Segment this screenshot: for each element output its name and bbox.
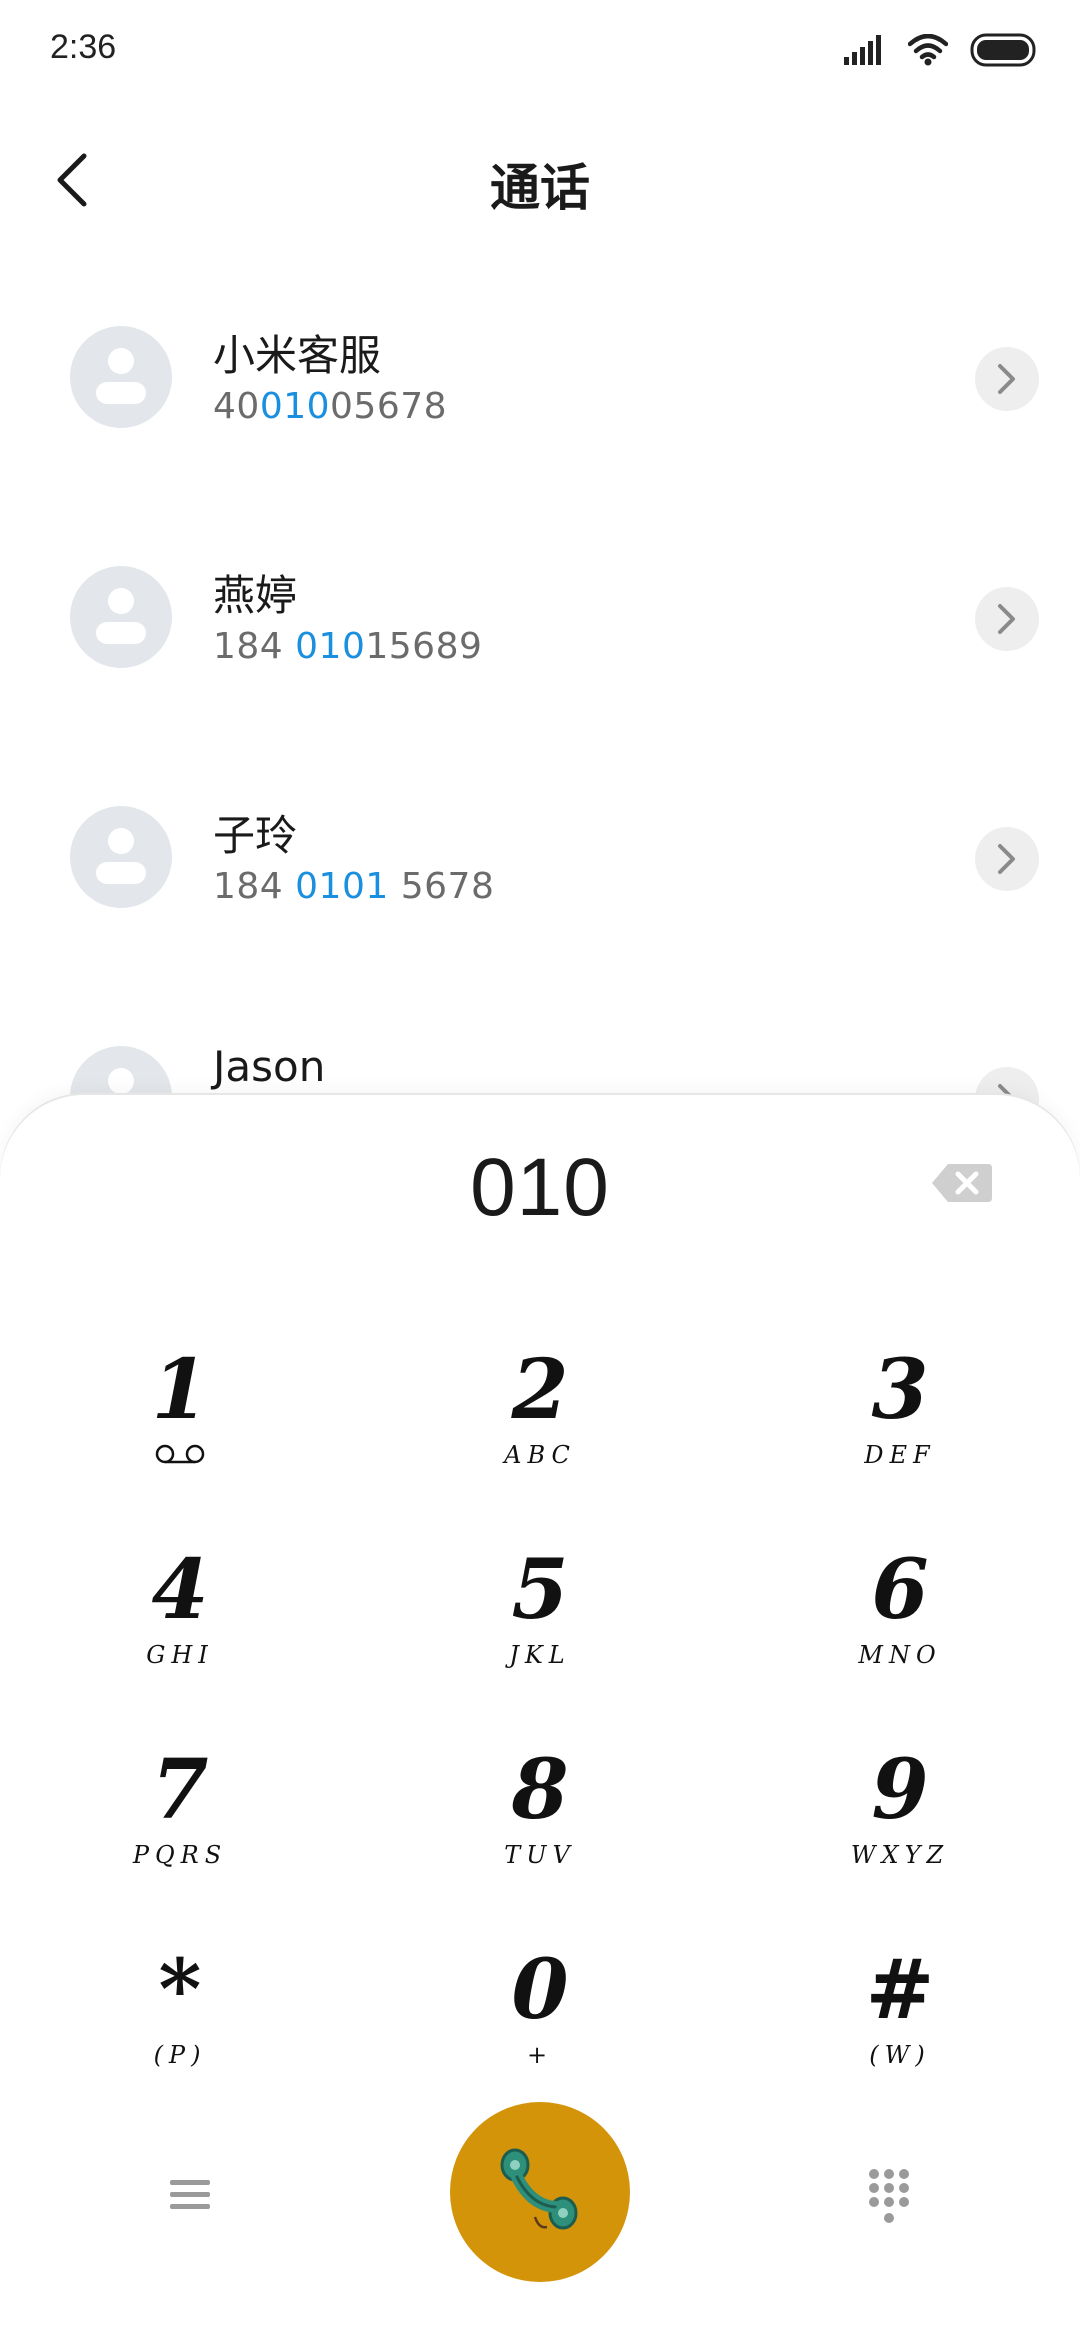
chevron-right-icon	[998, 604, 1015, 634]
key-3[interactable]: 3 DEF	[790, 1345, 1010, 1495]
wifi-icon	[908, 34, 948, 66]
keypad-icon	[869, 2169, 909, 2223]
status-bar: 2:36	[0, 0, 1080, 96]
dialed-number: 010	[470, 1142, 610, 1233]
contact-row[interactable]: 子玲 184 0101 5678	[0, 750, 1080, 950]
key-6[interactable]: 6 MNO	[790, 1545, 1010, 1695]
contact-row[interactable]: 小米客服 4001005678	[0, 270, 1080, 470]
key-8[interactable]: 8 TUV	[430, 1745, 650, 1895]
avatar	[70, 326, 172, 428]
page-title: 通话	[490, 159, 590, 217]
menu-button[interactable]	[160, 2170, 220, 2220]
backspace-button[interactable]	[930, 1160, 994, 1206]
number-match: 0101	[295, 866, 389, 907]
key-5[interactable]: 5 JKL	[430, 1545, 650, 1695]
key-1[interactable]: 1	[70, 1345, 290, 1495]
backspace-icon	[932, 1164, 992, 1202]
contact-name: 小米客服	[213, 331, 382, 380]
battery-icon	[970, 33, 1036, 67]
contact-number: 4001005678	[213, 386, 448, 427]
avatar	[70, 566, 172, 668]
keypad-toggle-button[interactable]	[866, 2166, 912, 2228]
key-star[interactable]: * (P)	[70, 1945, 290, 2095]
contact-detail-button[interactable]	[975, 587, 1039, 651]
signal-icon	[844, 35, 881, 65]
chevron-right-icon	[998, 364, 1015, 394]
key-2[interactable]: 2 ABC	[430, 1345, 650, 1495]
key-7[interactable]: 7 PQRS	[70, 1745, 290, 1895]
key-hash[interactable]: # (W)	[790, 1945, 1010, 2095]
call-button[interactable]	[450, 2102, 630, 2282]
header: 通话	[0, 120, 1080, 240]
avatar	[70, 806, 172, 908]
phone-handset-icon	[500, 2148, 578, 2230]
contact-detail-button[interactable]	[975, 347, 1039, 411]
number-match: 010	[259, 386, 331, 427]
key-0[interactable]: 0 +	[430, 1945, 650, 2095]
voicemail-icon	[155, 1444, 205, 1464]
contact-name: 燕婷	[213, 571, 298, 620]
key-4[interactable]: 4 GHI	[70, 1545, 290, 1695]
number-match: 010	[295, 626, 366, 667]
contact-number: 184 0101 5678	[213, 866, 495, 907]
menu-icon	[170, 2180, 210, 2209]
status-time: 2:36	[50, 28, 117, 66]
contact-name: Jason	[213, 1042, 326, 1091]
contact-detail-button[interactable]	[975, 827, 1039, 891]
status-icons	[844, 30, 1036, 70]
contact-number: 184 01015689	[213, 626, 483, 667]
contact-name: 子玲	[213, 811, 298, 860]
chevron-right-icon	[998, 844, 1015, 874]
contact-row[interactable]: 燕婷 184 01015689	[0, 510, 1080, 710]
key-9[interactable]: 9 WXYZ	[790, 1745, 1010, 1895]
